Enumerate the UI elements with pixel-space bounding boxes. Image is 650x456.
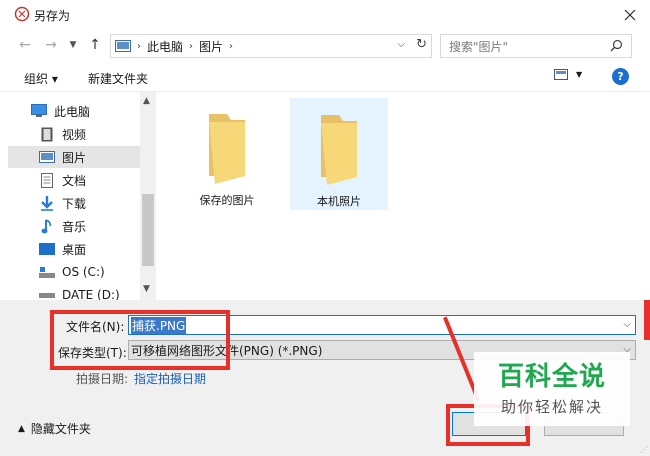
view-icon [554,69,568,80]
save-as-app-icon [14,6,30,22]
folder-item[interactable]: 本机照片 [290,98,388,210]
breadcrumb-pictures[interactable]: 图片 [199,38,223,55]
music-icon [38,218,56,234]
command-toolbar: 组织 ▾ 新建文件夹 ▼ ? [0,62,650,92]
breadcrumb-separator: › [137,40,141,52]
new-folder-button[interactable]: 新建文件夹 [88,70,148,87]
pictures-icon [38,149,56,165]
sidebar-scrollbar[interactable]: ▲ ▼ [140,92,156,300]
title-bar: 另存为 [0,0,650,30]
sidebar-item-label: 此电脑 [54,104,91,119]
date-label: 拍摄日期: [76,372,129,386]
refresh-icon[interactable]: ↻ [416,37,427,52]
sidebar-item-music[interactable]: 音乐 [8,215,140,237]
up-button[interactable]: ↑ [86,36,104,54]
sidebar-item-label: OS (C:) [62,265,105,279]
navigation-bar: ← → ▼ ↑ › 此电脑 › 图片 › ⌵ ↻ 搜索"图片" [0,30,650,62]
address-dropdown-icon[interactable]: ⌵ [397,39,405,50]
sidebar-item-desktop[interactable]: 桌面 [8,238,140,260]
arrow-right-icon: → [45,37,57,53]
help-button[interactable]: ? [612,68,629,85]
scroll-down-icon[interactable]: ▼ [143,284,150,294]
folder-item[interactable]: 保存的图片 [178,100,276,212]
highlight-box [50,310,230,370]
navigation-pane: 此电脑 视频 图片 文档 下载 音乐 桌面 OS (C:) DATE (D:) [0,92,142,302]
breadcrumb-this-pc[interactable]: 此电脑 [147,38,183,55]
view-options-button[interactable]: ▼ [554,69,582,80]
arrow-up-icon: ↑ [89,37,101,53]
resize-grip-icon[interactable]: ⋰ [640,445,648,454]
close-icon [624,9,636,21]
pictures-location-icon [115,40,131,52]
highlight-marker [644,300,650,340]
sidebar-item-videos[interactable]: 视频 [8,123,140,145]
breadcrumb-separator: › [229,40,234,52]
search-input[interactable]: 搜索"图片" [440,34,632,58]
watermark-title: 百科全说 [497,361,606,392]
folder-icon [321,115,357,185]
folder-label: 保存的图片 [199,194,255,207]
sidebar-item-pictures[interactable]: 图片 [8,146,140,168]
window-title: 另存为 [34,9,71,23]
sidebar-item-label: 图片 [62,150,87,165]
hide-folders-label: 隐藏文件夹 [30,422,91,436]
sidebar-item-label: 视频 [62,127,87,142]
sidebar-item-label: 桌面 [62,242,87,257]
watermark: 百科全说 助你轻松解决 [474,352,630,426]
folder-icon [209,114,245,184]
search-icon[interactable] [610,39,623,55]
back-button[interactable]: ← [16,36,34,54]
sidebar-item-documents[interactable]: 文档 [8,169,140,191]
chevron-down-icon: ▼ [576,70,583,79]
video-icon [38,126,56,142]
arrow-left-icon: ← [19,37,31,53]
breadcrumb-separator: › [189,40,194,52]
drive-icon [38,264,56,280]
help-icon: ? [617,70,624,83]
recent-locations-button[interactable]: ▼ [64,36,82,54]
search-placeholder: 搜索"图片" [449,39,509,54]
hide-folders-button[interactable]: ▲ 隐藏文件夹 [18,420,91,437]
document-icon [38,172,56,188]
forward-button[interactable]: → [42,36,60,54]
desktop-icon [38,241,56,257]
chevron-up-icon: ▲ [18,423,25,434]
date-link[interactable]: 指定拍摄日期 [134,370,206,387]
file-list: 保存的图片 本机照片 [156,92,650,300]
scroll-up-icon[interactable]: ▲ [143,96,150,106]
folder-label: 本机照片 [317,195,361,208]
sidebar-item-label: 文档 [62,173,87,188]
computer-icon [30,103,48,119]
sidebar-item-drive-c[interactable]: OS (C:) [8,261,140,283]
organize-menu[interactable]: 组织 ▾ [24,70,58,87]
address-bar[interactable]: › 此电脑 › 图片 › ⌵ ↻ [110,34,432,58]
scrollbar-thumb[interactable] [142,194,154,266]
watermark-subtitle: 助你轻松解决 [500,397,603,416]
close-button[interactable] [618,4,642,26]
sidebar-item-this-pc[interactable]: 此电脑 [8,100,140,122]
chevron-down-icon: ▼ [69,40,77,50]
sidebar-item-downloads[interactable]: 下载 [8,192,140,214]
sidebar-item-label: 音乐 [62,219,87,234]
chevron-down-icon[interactable]: ⌵ [623,319,631,330]
sidebar-item-label: 下载 [62,196,87,211]
download-icon [38,195,56,211]
